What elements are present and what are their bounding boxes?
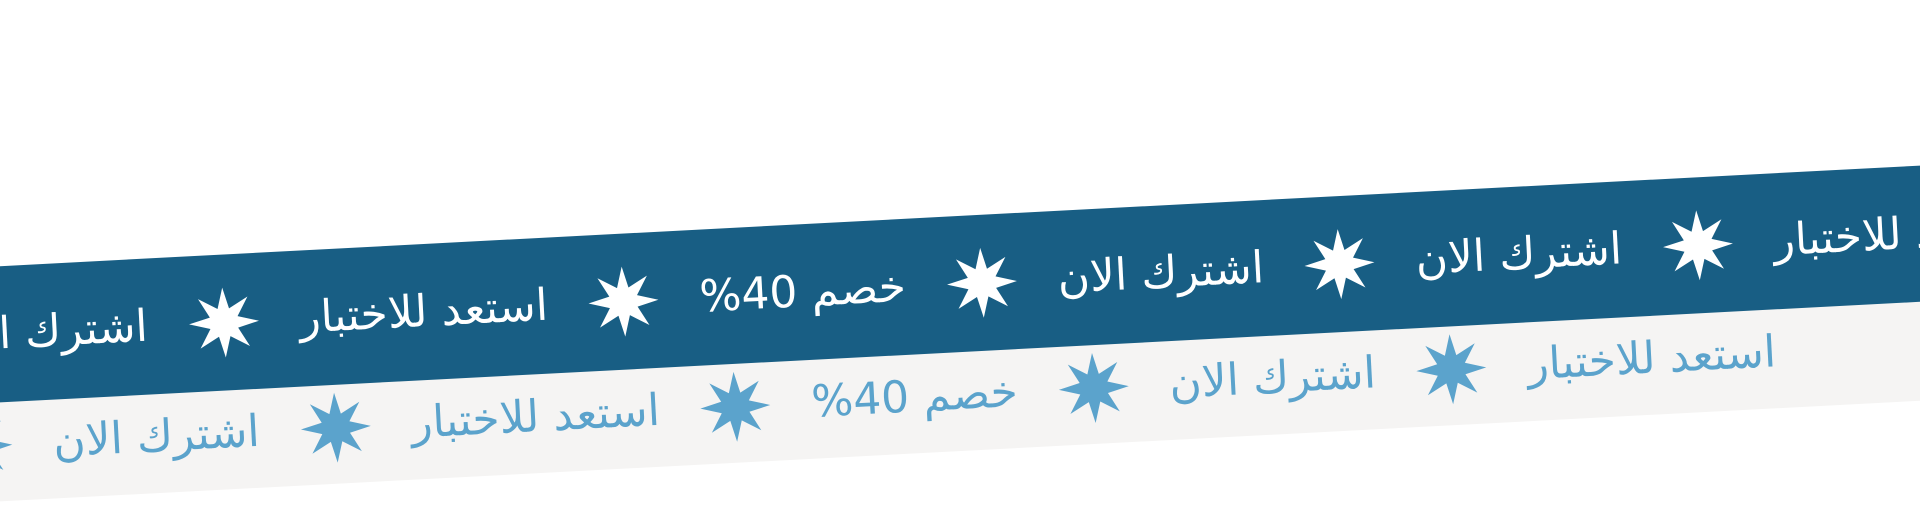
light-ribbon-item: خصم 40% [698,354,1060,445]
dark-ribbon-item: خصم 40% [658,245,1020,336]
ribbon-label: اشترك الان [1056,242,1266,304]
ribbon-label: خصم 40% [698,260,908,323]
star-icon [186,285,262,361]
ribbon-label: خصم 40% [810,366,1019,428]
star-icon [1414,331,1490,407]
ribbon-label: اشترك الان [1414,223,1624,286]
star-icon [944,245,1020,321]
dark-ribbon-item: استعد للاختبار [258,264,662,357]
dark-ribbon-item: اشترك الان [1374,208,1736,299]
star-icon [1660,208,1736,284]
promo-banner: اشترك الان استعد للاختبار خصم 40% اشترك … [0,0,1920,515]
ribbon-label: استعد للاختبار [409,384,662,449]
star-icon [1302,226,1378,302]
ribbon-label: اشترك الان [51,405,261,468]
light-ribbon-item: اشترك الان [1056,335,1418,426]
star-icon [1056,350,1132,426]
ribbon-label: اشترك الان [0,300,149,363]
ribbon-label: استعد للاختبار [1526,326,1778,391]
ribbon-label: اشترك الان [1168,347,1377,409]
dark-ribbon-item: اشترك الان [1016,226,1378,317]
ribbon-label: استعد للاختبار [298,279,550,344]
star-icon [586,264,662,340]
ribbon-label: استعد للاختبار [1772,202,1920,267]
star-icon [698,369,774,445]
light-ribbon-item: استعد للاختبار [298,373,702,466]
star-icon [298,390,374,466]
light-ribbon-item: استعد للاختبار [1414,314,1818,407]
dark-ribbon-item: اشترك الان [0,285,261,376]
dark-ribbon-item: استعد للاختبار [1733,202,1920,267]
light-ribbon-item: اشترك الان [0,394,301,485]
